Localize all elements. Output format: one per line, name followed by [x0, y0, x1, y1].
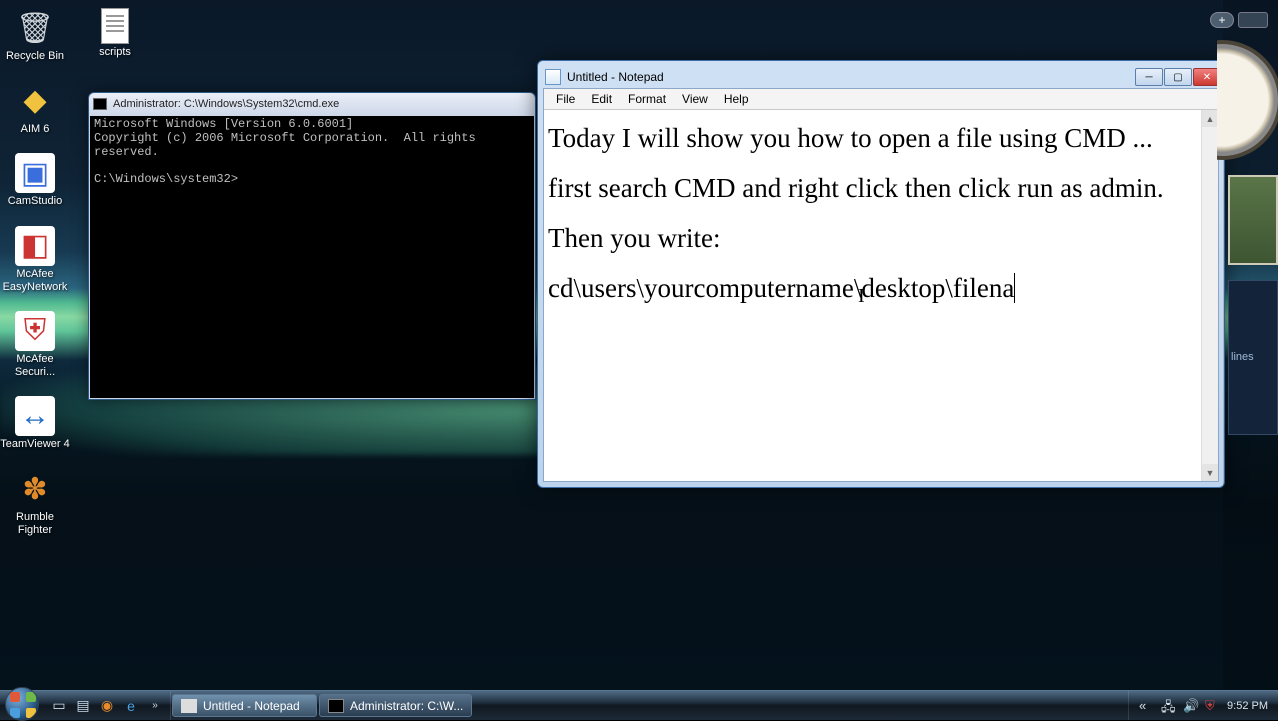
icon-label: Rumble Fighter: [0, 511, 70, 536]
ql-switch-windows-icon[interactable]: ▤: [72, 695, 94, 717]
desktop-icon-mcafee-security[interactable]: ⛨ McAfee Securi...: [0, 311, 70, 378]
tray-chevron-icon[interactable]: «: [1139, 698, 1155, 714]
taskbar: ▭ ▤ ◉ e » Untitled - Notepad Administrat…: [0, 690, 1278, 720]
ibeam-cursor-icon: I: [858, 278, 865, 315]
ql-show-desktop-icon[interactable]: ▭: [48, 695, 70, 717]
system-tray: « 🖧 🔊 ⛨ 9:52 PM: [1128, 691, 1278, 720]
menu-format[interactable]: Format: [620, 90, 674, 108]
menu-edit[interactable]: Edit: [583, 90, 620, 108]
cmd-title-text: Administrator: C:\Windows\System32\cmd.e…: [113, 98, 339, 110]
taskbar-button-label: Untitled - Notepad: [203, 699, 300, 713]
aim-icon: ◆: [15, 81, 55, 121]
notepad-title-text: Untitled - Notepad: [567, 70, 664, 84]
windows-sidebar: + lines: [1223, 0, 1278, 690]
icon-label: TeamViewer 4: [0, 438, 70, 451]
desktop-icon-aim6[interactable]: ◆ AIM 6: [0, 81, 70, 136]
recycle-bin-icon: 🗑: [15, 8, 55, 48]
tray-volume-icon[interactable]: 🔊: [1183, 698, 1199, 714]
cmd-line-copyright: Copyright (c) 2006 Microsoft Corporation…: [94, 131, 483, 159]
notepad-text-wrap: Today I will show you how to open a file…: [544, 109, 1218, 481]
window-notepad[interactable]: Untitled - Notepad ─ ▢ ✕ File Edit Forma…: [537, 60, 1225, 488]
notepad-menubar: File Edit Format View Help: [544, 89, 1218, 109]
mcafee-shield-icon: ⛨: [15, 311, 55, 351]
desktop-icons-col2: scripts: [80, 8, 150, 77]
notepad-titlebar[interactable]: Untitled - Notepad ─ ▢ ✕: [543, 66, 1219, 88]
sidebar-pager[interactable]: [1238, 12, 1268, 28]
camstudio-icon: ▣: [15, 153, 55, 193]
desktop-icon-rumble-fighter[interactable]: ✽ Rumble Fighter: [0, 469, 70, 536]
scroll-down-icon[interactable]: ▼: [1202, 464, 1218, 481]
cmd-console[interactable]: Microsoft Windows [Version 6.0.6001] Cop…: [90, 116, 534, 398]
cmd-title-icon: [93, 98, 107, 110]
desktop-icon-recycle-bin[interactable]: 🗑 Recycle Bin: [0, 8, 70, 63]
notepad-content-p2: Then you write:: [548, 223, 720, 253]
notepad-taskbar-icon: [181, 699, 197, 713]
notepad-scrollbar[interactable]: ▲ ▼: [1201, 110, 1218, 481]
start-button[interactable]: [0, 691, 44, 721]
window-buttons: ─ ▢ ✕: [1135, 68, 1221, 86]
cmd-prompt: C:\Windows\system32>: [94, 172, 238, 186]
headlines-label: lines: [1231, 351, 1254, 363]
text-caret: [1014, 273, 1015, 303]
mcafee-icon: ◧: [15, 226, 55, 266]
sidebar-add-gadget-button[interactable]: +: [1210, 12, 1234, 28]
desktop-icon-camstudio[interactable]: ▣ CamStudio: [0, 153, 70, 208]
desktop-icon-mcafee-easynetwork[interactable]: ◧ McAfee EasyNetwork: [0, 226, 70, 293]
sidebar-slideshow-gadget[interactable]: [1228, 175, 1278, 265]
ql-chevron-icon[interactable]: »: [144, 695, 166, 717]
icon-label: AIM 6: [21, 123, 50, 136]
menu-view[interactable]: View: [674, 90, 716, 108]
minimize-button[interactable]: ─: [1135, 68, 1163, 86]
notepad-content-p1: Today I will show you how to open a file…: [548, 123, 1164, 203]
icon-label: scripts: [99, 46, 131, 59]
icon-label: Recycle Bin: [6, 50, 64, 63]
taskbar-button-notepad[interactable]: Untitled - Notepad: [172, 694, 317, 717]
teamviewer-icon: ↔: [15, 396, 55, 436]
close-button[interactable]: ✕: [1193, 68, 1221, 86]
scroll-up-icon[interactable]: ▲: [1202, 110, 1218, 127]
notepad-inner: File Edit Format View Help Today I will …: [543, 88, 1219, 482]
windows-logo-icon: [5, 687, 39, 721]
rumble-icon: ✽: [15, 469, 55, 509]
desktop-icon-teamviewer[interactable]: ↔ TeamViewer 4: [0, 396, 70, 451]
cmd-line-version: Microsoft Windows [Version 6.0.6001]: [94, 117, 353, 131]
taskbar-button-label: Administrator: C:\W...: [350, 699, 463, 713]
sidebar-headlines-gadget[interactable]: lines: [1228, 280, 1278, 435]
taskbar-button-cmd[interactable]: Administrator: C:\W...: [319, 694, 472, 717]
menu-help[interactable]: Help: [716, 90, 757, 108]
cmd-taskbar-icon: [328, 699, 344, 713]
notepad-title-icon: [545, 69, 561, 85]
tray-security-icon[interactable]: ⛨: [1205, 698, 1221, 714]
tray-network-icon[interactable]: 🖧: [1161, 698, 1177, 714]
quick-launch: ▭ ▤ ◉ e »: [44, 691, 171, 720]
icon-label: McAfee Securi...: [0, 353, 70, 378]
notepad-content-p3: cd\users\yourcomputername\desktop\filena: [548, 273, 1014, 303]
notepad-textarea[interactable]: Today I will show you how to open a file…: [544, 110, 1201, 481]
ql-ie-icon[interactable]: e: [120, 695, 142, 717]
tray-clock[interactable]: 9:52 PM: [1227, 700, 1268, 712]
text-file-icon: [101, 8, 129, 44]
cmd-titlebar[interactable]: Administrator: C:\Windows\System32\cmd.e…: [89, 93, 535, 115]
window-cmd[interactable]: Administrator: C:\Windows\System32\cmd.e…: [88, 92, 536, 400]
icon-label: CamStudio: [8, 195, 62, 208]
desktop-icons-col1: 🗑 Recycle Bin ◆ AIM 6 ▣ CamStudio ◧ McAf…: [0, 8, 80, 554]
maximize-button[interactable]: ▢: [1164, 68, 1192, 86]
menu-file[interactable]: File: [548, 90, 583, 108]
desktop-icon-scripts[interactable]: scripts: [80, 8, 150, 59]
icon-label: McAfee EasyNetwork: [0, 268, 70, 293]
ql-media-player-icon[interactable]: ◉: [96, 695, 118, 717]
